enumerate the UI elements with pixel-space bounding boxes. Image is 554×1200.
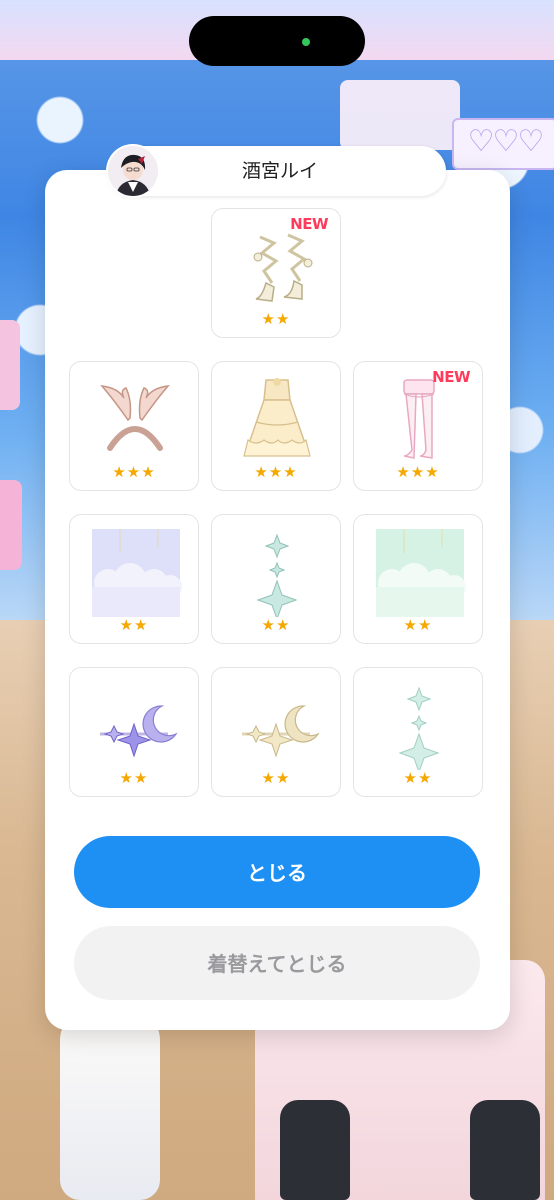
moon-star-hairpin-gold-icon <box>242 705 320 758</box>
rarity-stars: ★★ <box>403 616 433 634</box>
heart-sign-icon: ♡♡♡ <box>452 118 554 170</box>
new-badge: NEW <box>432 368 470 386</box>
cloud-wallpaper-mint-icon <box>376 529 466 617</box>
item-card[interactable]: NEW ★★★ <box>353 361 483 491</box>
wing-headband-icon <box>100 385 170 451</box>
rarity-stars: ★★ <box>261 310 291 328</box>
stage-panel-left-upper <box>0 320 20 410</box>
camera-indicator-dot <box>302 38 310 46</box>
sparkle-earring-mint-icon <box>398 686 440 770</box>
rarity-stars: ★★ <box>119 769 149 787</box>
rarity-stars: ★★ <box>261 616 291 634</box>
item-card[interactable]: ★★★ <box>69 361 199 491</box>
dynamic-island <box>189 16 365 66</box>
rarity-stars: ★★★ <box>396 463 440 481</box>
item-card[interactable]: ★★ <box>211 667 341 797</box>
boot-left <box>280 1100 350 1200</box>
item-card[interactable]: ★★ <box>353 514 483 644</box>
rarity-stars: ★★★ <box>254 463 298 481</box>
cloud-wallpaper-purple-icon <box>92 529 182 617</box>
sparkle-earring-teal-icon <box>256 533 298 617</box>
character-left-legs <box>60 1010 160 1200</box>
item-card[interactable]: ★★ <box>353 667 483 797</box>
frill-dress-icon <box>243 378 311 457</box>
item-card[interactable]: NEW ★★ <box>211 208 341 338</box>
character-avatar-icon <box>108 146 158 196</box>
item-card[interactable]: ★★ <box>69 667 199 797</box>
rarity-stars: ★★★ <box>112 463 156 481</box>
stage-sign <box>340 80 460 150</box>
item-card[interactable]: ★★ <box>211 514 341 644</box>
boot-right <box>470 1100 540 1200</box>
character-name: 酒宮ルイ <box>241 160 318 182</box>
rarity-stars: ★★ <box>119 616 149 634</box>
moon-star-hairpin-purple-icon <box>100 705 178 758</box>
item-card[interactable]: ★★★ <box>211 361 341 491</box>
change-and-close-button[interactable]: 着替えてとじる <box>74 926 480 1000</box>
close-button[interactable]: とじる <box>74 836 480 908</box>
rarity-stars: ★★ <box>261 769 291 787</box>
rarity-stars: ★★ <box>403 769 433 787</box>
new-badge: NEW <box>290 215 328 233</box>
stage-panel-left <box>0 480 22 570</box>
item-card[interactable]: ★★ <box>69 514 199 644</box>
